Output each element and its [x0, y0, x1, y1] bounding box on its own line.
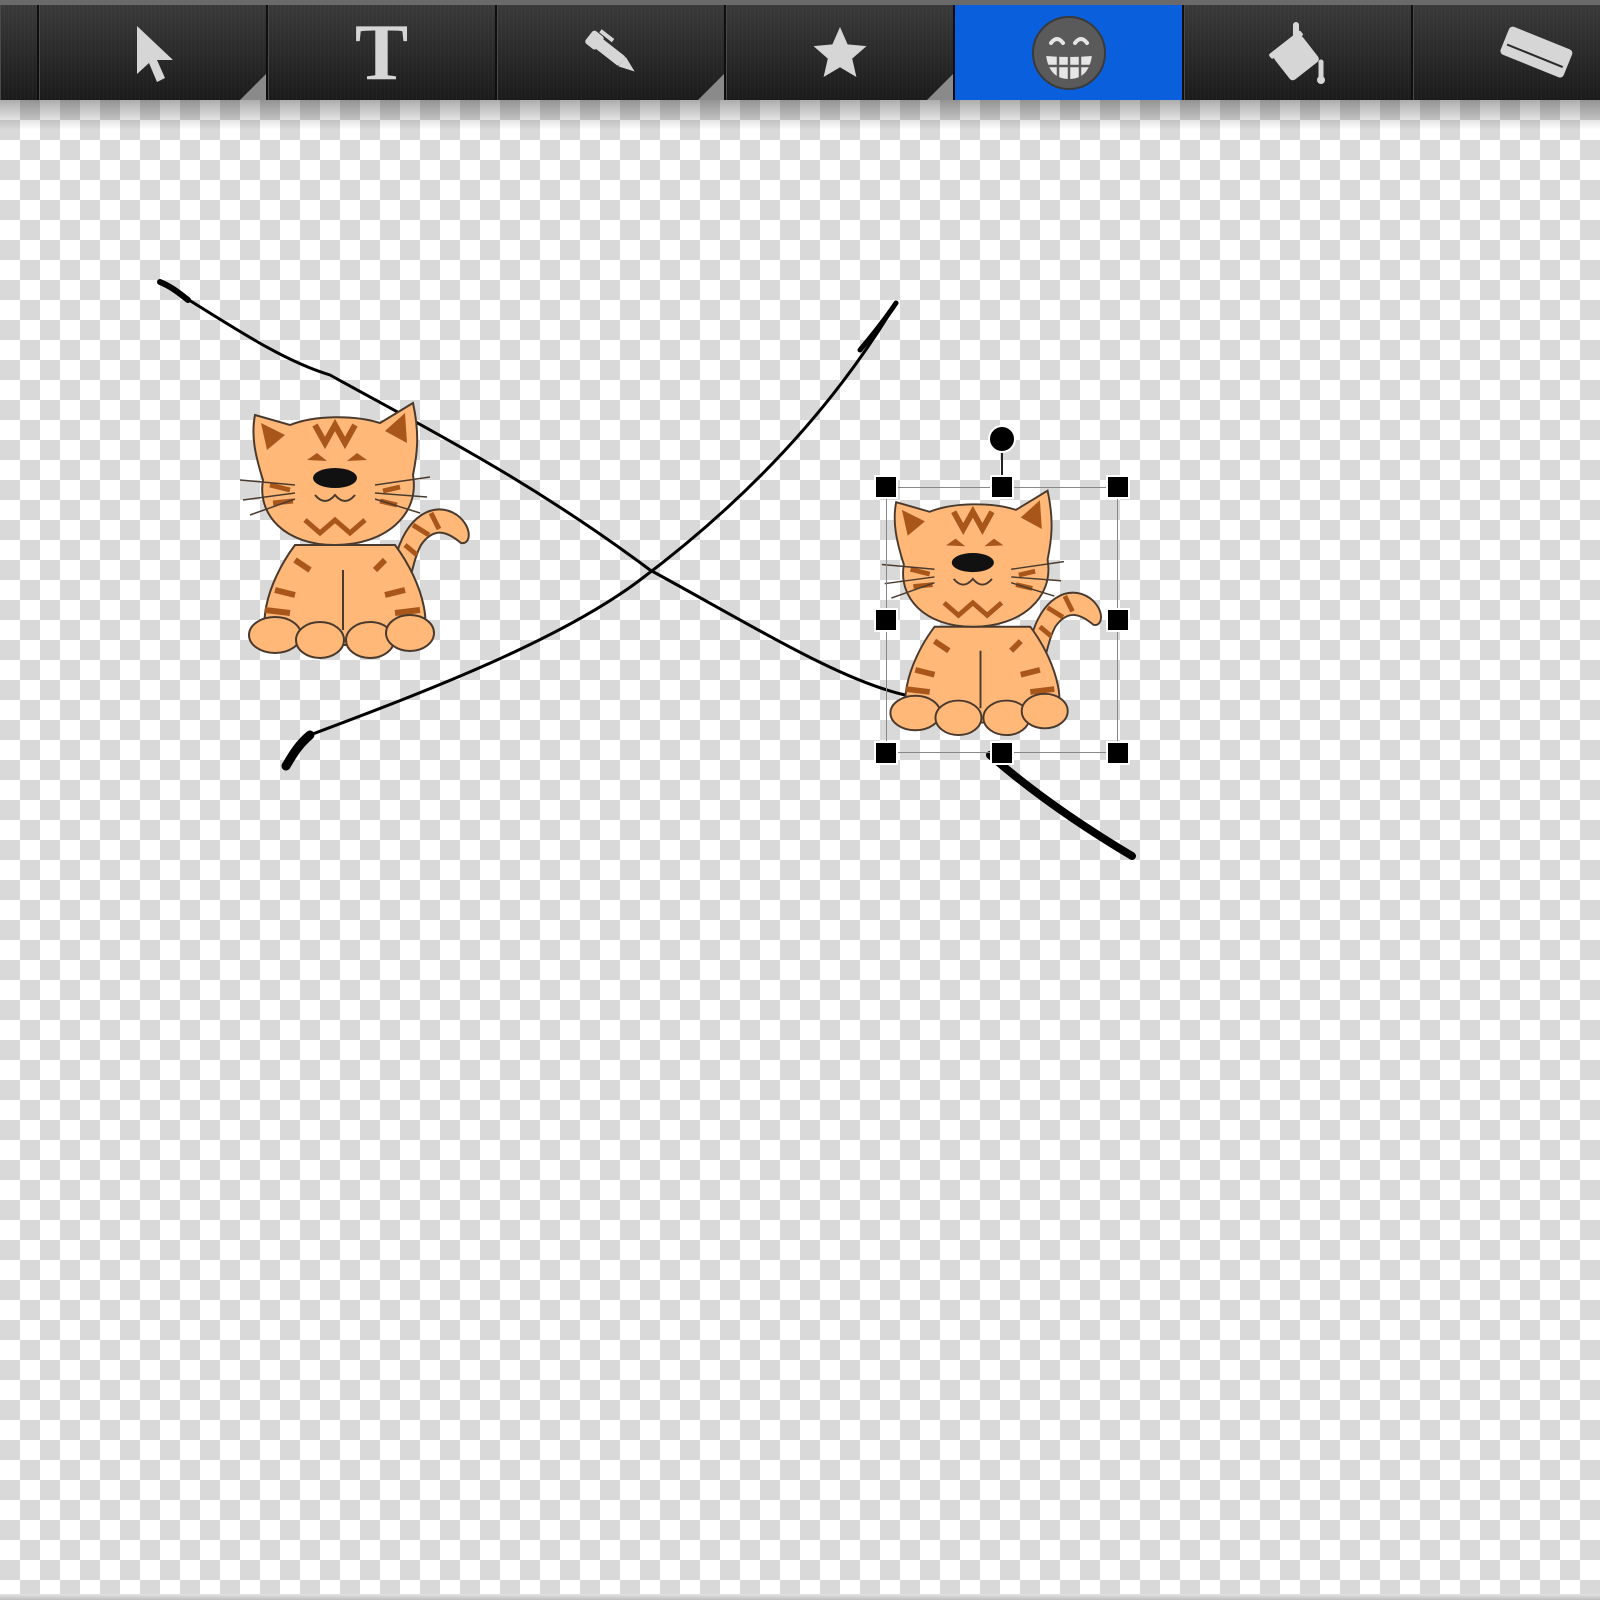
pen-stroke-2-tail	[857, 300, 899, 353]
resize-handle-middle-right[interactable]	[1106, 608, 1130, 632]
star-icon	[813, 26, 866, 77]
grin-face-icon	[1031, 15, 1106, 90]
submenu-corner-indicator	[698, 74, 724, 100]
tool-pen-button[interactable]	[495, 5, 724, 100]
submenu-corner-indicator	[240, 74, 266, 100]
tool-select-button[interactable]	[37, 5, 266, 100]
resize-handle-bottom-center[interactable]	[990, 741, 1014, 765]
pen-stroke-2-head	[281, 730, 315, 771]
resize-handle-bottom-left[interactable]	[874, 741, 898, 765]
resize-handle-bottom-right[interactable]	[1106, 741, 1130, 765]
rotate-handle-stem	[1001, 450, 1003, 476]
tabby-cat-sticker	[881, 489, 1102, 737]
tool-eraser-button[interactable]	[1411, 5, 1599, 100]
pen-icon	[584, 28, 635, 71]
submenu-corner-indicator	[927, 74, 953, 100]
pen-stroke-1-tail[interactable]	[986, 751, 1136, 860]
text-t-icon: T	[354, 8, 409, 97]
tool-text-button[interactable]: T	[266, 5, 495, 100]
toolbar: T	[0, 0, 1600, 130]
paint-bucket-icon	[1268, 21, 1325, 84]
resize-handle-top-left[interactable]	[874, 475, 898, 499]
tabby-cat-sticker	[239, 401, 470, 659]
eraser-icon	[1500, 26, 1573, 78]
tool-shape-button[interactable]	[724, 5, 953, 100]
resize-handle-top-right[interactable]	[1106, 475, 1130, 499]
cat-sticker-1[interactable]	[235, 395, 475, 660]
pen-stroke-1-head	[157, 279, 191, 303]
tool-fill-button[interactable]	[1182, 5, 1411, 100]
drawing-canvas[interactable]	[0, 100, 1600, 1600]
cat-sticker-2[interactable]	[877, 480, 1107, 740]
drawing-app: T	[0, 0, 1600, 1600]
rotate-handle[interactable]	[988, 425, 1016, 453]
arrow-pointer-icon	[136, 25, 173, 82]
tool-sticker-button[interactable]	[953, 5, 1182, 100]
resize-handle-top-center[interactable]	[990, 475, 1014, 499]
resize-handle-middle-left[interactable]	[874, 608, 898, 632]
stroke-layer	[157, 279, 1136, 860]
toolbar-left-edge	[0, 5, 37, 100]
bottom-edge	[0, 1594, 1600, 1600]
